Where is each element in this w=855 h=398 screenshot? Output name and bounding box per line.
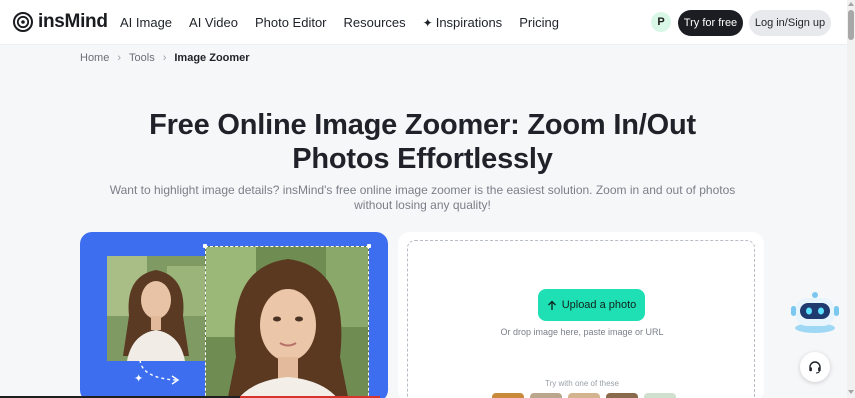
page-title-line-1: Free Online Image Zoomer: Zoom In/Out [149,109,696,141]
page-subtitle: Want to highlight image details? insMind… [100,183,745,213]
nav-ai-video[interactable]: AI Video [189,15,238,30]
page-title: Free Online Image Zoomer: Zoom In/Out Ph… [100,108,745,176]
scroll-down-arrow-icon[interactable] [848,390,854,394]
upload-photo-label: Upload a photo [561,299,637,311]
sample-image-thumbnail[interactable] [492,393,524,398]
chevron-right-icon: › [162,52,167,64]
page-subtitle-line-1: Want to highlight image details? insMind… [109,183,736,197]
sparkle-icon: ✦ [134,373,144,385]
login-signup-button[interactable]: Log in/Sign up [749,10,831,36]
logo[interactable]: insMind [13,11,108,33]
logo-text: insMind [38,11,108,32]
upload-arrow-icon [547,300,556,310]
nav-ai-image[interactable]: AI Image [120,15,172,30]
robot-assistant-icon[interactable] [789,290,841,334]
support-chat-button[interactable] [800,352,830,382]
zoom-demo-card: ✦ [80,232,388,398]
upload-card: Upload a photo Or drop image here, paste… [398,232,764,398]
try-for-free-button[interactable]: Try for free [678,10,743,36]
nav-photo-editor[interactable]: Photo Editor [255,15,327,30]
breadcrumb-tools[interactable]: Tools [129,52,155,64]
upload-hint: Or drop image here, paste image or URL [500,327,664,337]
nav-inspirations[interactable]: ✦ Inspirations [423,15,503,30]
upload-photo-button[interactable]: Upload a photo [538,289,645,321]
scrollbar-thumb[interactable] [848,10,854,40]
breadcrumb-home[interactable]: Home [80,52,109,64]
sparkle-icon: ✦ [422,15,433,30]
sample-image-thumbnail[interactable] [644,393,676,398]
nav-resources[interactable]: Resources [344,15,406,30]
crop-handle [203,244,207,248]
upload-dropzone[interactable]: Upload a photo Or drop image here, paste… [407,240,755,398]
nav-pricing[interactable]: Pricing [519,15,559,30]
top-navigation-bar: insMind AI Image AI Video Photo Editor R… [0,0,847,45]
page-title-line-2: Photos Effortlessly [292,143,553,175]
insmind-logo-icon [13,12,33,32]
demo-photo-original [107,256,205,361]
breadcrumb-current: Image Zoomer [174,52,250,64]
crop-handle [367,244,371,248]
sample-image-thumbnail[interactable] [530,393,562,398]
sample-image-thumbnail[interactable] [568,393,600,398]
nav-inspirations-label: Inspirations [435,15,503,30]
vertical-scrollbar[interactable] [847,0,855,398]
sample-images-label: Try with one of these [545,379,619,388]
scroll-up-arrow-icon[interactable] [848,2,854,6]
main-nav: AI Image AI Video Photo Editor Resources… [120,15,576,30]
sample-images [492,393,676,398]
chevron-right-icon: › [117,52,122,64]
headset-icon [809,361,821,374]
breadcrumb: Home › Tools › Image Zoomer [80,52,250,64]
page-subtitle-line-2: without losing any quality! [354,198,491,212]
demo-photo-zoomed [205,246,369,398]
sample-image-thumbnail[interactable] [606,393,638,398]
promo-badge-icon[interactable]: P [651,12,671,32]
